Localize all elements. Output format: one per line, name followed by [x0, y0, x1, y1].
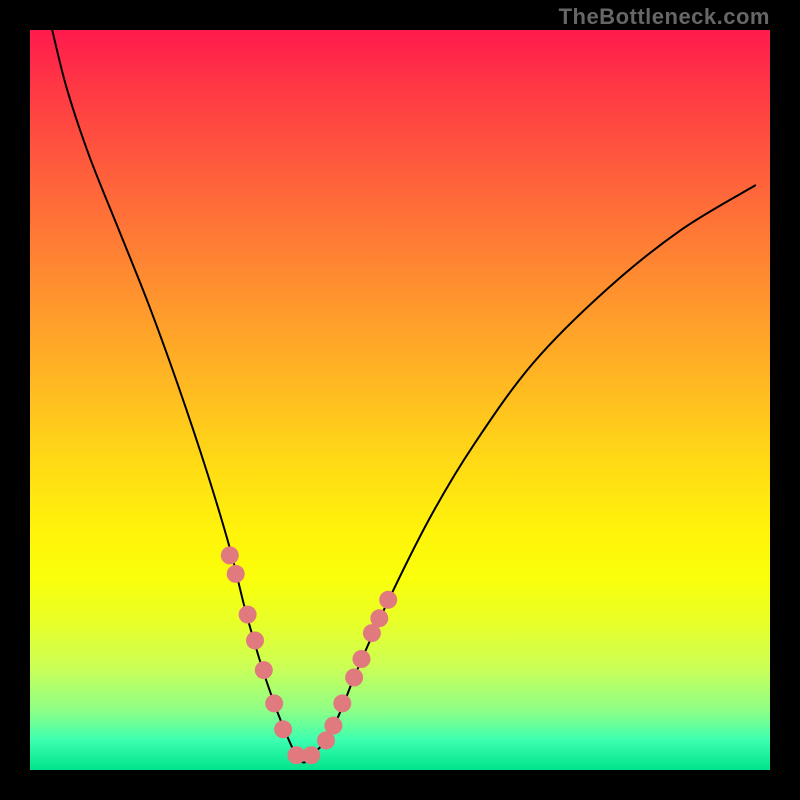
highlight-dot [333, 694, 351, 712]
highlight-dots-group [221, 546, 397, 764]
highlight-dot [246, 632, 264, 650]
highlight-dot [370, 609, 388, 627]
highlight-dot [239, 606, 257, 624]
highlight-dot [345, 669, 363, 687]
highlight-dot [379, 591, 397, 609]
curve-svg [30, 30, 770, 770]
bottleneck-curve-path [52, 30, 755, 763]
chart-frame: TheBottleneck.com [0, 0, 800, 800]
highlight-dot [265, 694, 283, 712]
highlight-dot [302, 746, 320, 764]
plot-area [30, 30, 770, 770]
highlight-dot [353, 650, 371, 668]
highlight-dot [324, 717, 342, 735]
highlight-dot [227, 565, 245, 583]
watermark-text: TheBottleneck.com [559, 4, 770, 30]
highlight-dot [255, 661, 273, 679]
highlight-dot [274, 720, 292, 738]
highlight-dot [221, 546, 239, 564]
